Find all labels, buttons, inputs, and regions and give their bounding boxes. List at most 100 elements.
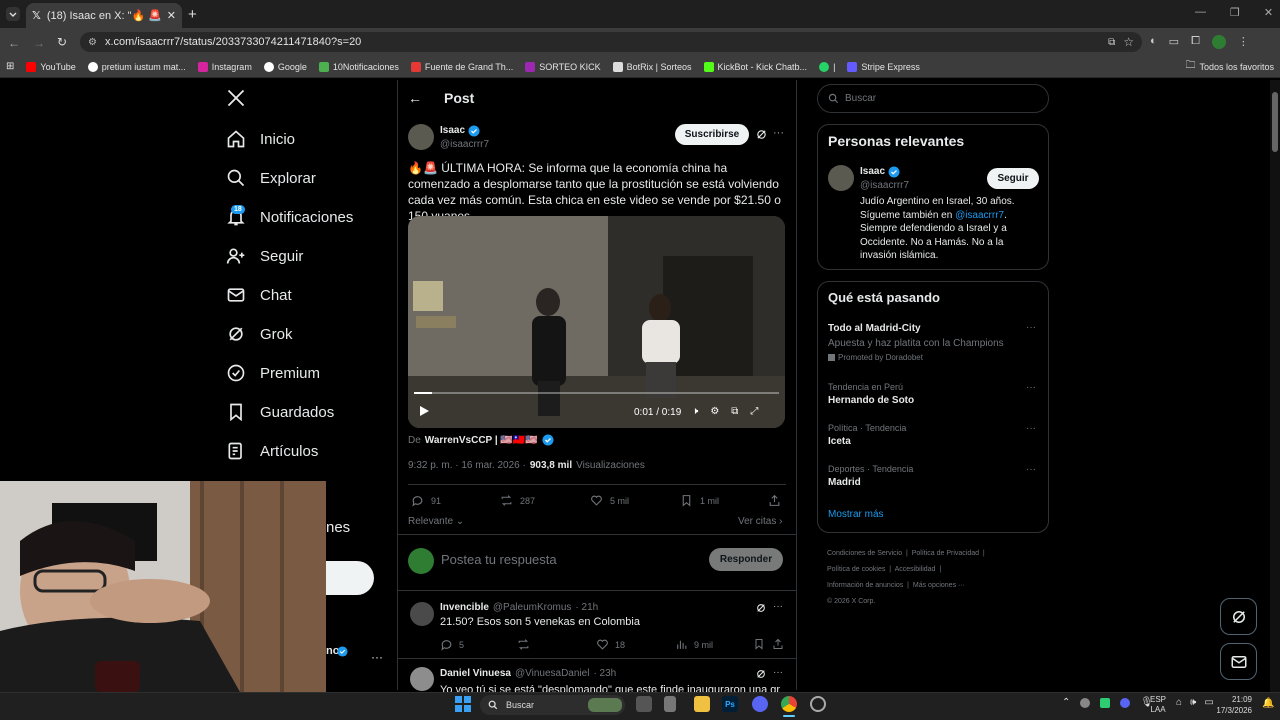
install-icon[interactable]: ⧉ bbox=[1108, 37, 1115, 48]
close-window-icon[interactable]: ✕ bbox=[1264, 6, 1273, 19]
trend-more-icon[interactable]: ··· bbox=[1026, 322, 1036, 333]
bookmark-google[interactable]: Google bbox=[263, 61, 307, 72]
nav-follow[interactable]: Seguir bbox=[226, 246, 303, 266]
browser-tab-active[interactable]: 𝕏 (18) Isaac en X: "🔥 🚨 ÚLTIMA ✕ bbox=[26, 3, 182, 28]
author-name[interactable]: Isaac bbox=[440, 125, 465, 136]
like-action[interactable]: 5 mil bbox=[590, 494, 629, 507]
author-avatar[interactable] bbox=[408, 124, 434, 150]
forward-icon[interactable]: → bbox=[33, 36, 45, 50]
reply-like-action[interactable]: 18 bbox=[596, 638, 625, 651]
show-more-link[interactable]: Mostrar más bbox=[828, 509, 884, 520]
view-quotes-link[interactable]: Ver citas › bbox=[738, 516, 782, 527]
menu-icon[interactable]: ⋮ bbox=[1238, 35, 1249, 49]
bookmark-10notificaciones[interactable]: 10Notificaciones bbox=[318, 61, 399, 72]
grok-analyze-icon[interactable] bbox=[756, 129, 767, 140]
tray-app-icon[interactable] bbox=[1080, 697, 1091, 708]
post-button-partial[interactable] bbox=[326, 561, 374, 595]
sort-relevance[interactable]: Relevante ⌄ bbox=[408, 516, 464, 527]
footer-link[interactable]: Más opciones ··· bbox=[913, 582, 965, 589]
repost-action[interactable]: 287 bbox=[500, 494, 535, 507]
trend-item[interactable]: Deportes · Tendencia Madrid bbox=[828, 464, 1040, 488]
grok-analyze-icon[interactable] bbox=[756, 603, 766, 613]
task-view-icon[interactable] bbox=[636, 696, 652, 712]
extension-icon[interactable]: ◐ bbox=[1150, 35, 1157, 49]
reply-views-action[interactable]: 9 mil bbox=[675, 638, 713, 651]
reply-author-name[interactable]: Daniel Vinuesa bbox=[440, 668, 511, 679]
clock[interactable]: 21:09 17/3/2026 bbox=[1212, 694, 1252, 716]
mute-icon[interactable]: 🕨 bbox=[692, 406, 698, 417]
notification-center-icon[interactable]: 🔔 bbox=[1262, 698, 1274, 709]
nav-more-label-partial[interactable]: nes bbox=[326, 519, 350, 536]
address-bar[interactable]: ⚙ x.com/isaacrrr7/status/203373307421147… bbox=[80, 32, 1142, 52]
app-icon[interactable] bbox=[810, 696, 826, 712]
footer-link[interactable]: Condiciones de Servicio bbox=[827, 550, 902, 557]
bookmark-gta[interactable]: Fuente de Grand Th... bbox=[410, 61, 513, 72]
trend-more-icon[interactable]: ··· bbox=[1026, 423, 1036, 434]
reply-author-handle[interactable]: @PaleumKromus bbox=[493, 602, 572, 613]
grok-fab[interactable] bbox=[1220, 598, 1257, 635]
close-tab-icon[interactable]: ✕ bbox=[167, 9, 176, 22]
windows-start-icon[interactable] bbox=[455, 696, 471, 712]
bookmark-pretium[interactable]: pretium iustum mat... bbox=[87, 61, 186, 72]
post-video[interactable]: 0:01 / 0:19 🕨 ⚙ ⧉ ⤢ bbox=[408, 216, 785, 428]
share-icon[interactable] bbox=[768, 494, 781, 507]
reply-more-icon[interactable]: ··· bbox=[773, 667, 783, 678]
bookmark-star-icon[interactable]: ☆ bbox=[1123, 35, 1134, 49]
chevron-up-icon[interactable]: ⌃ bbox=[1062, 697, 1070, 708]
nav-chat[interactable]: Chat bbox=[226, 285, 292, 305]
footer-link[interactable]: Política de Privacidad bbox=[912, 550, 979, 557]
chrome-icon[interactable] bbox=[781, 696, 797, 712]
grok-analyze-icon[interactable] bbox=[756, 669, 766, 679]
promoted-trend[interactable]: Todo al Madrid-City Apuesta y haz platit… bbox=[828, 323, 1040, 362]
video-progress-track[interactable] bbox=[414, 392, 779, 394]
trend-item[interactable]: Tendencia en Perú Hernando de Soto bbox=[828, 382, 1040, 406]
play-icon[interactable] bbox=[418, 405, 430, 417]
messages-fab[interactable] bbox=[1220, 643, 1257, 680]
person-bio-link[interactable]: @isaacrrr7 bbox=[955, 210, 1004, 221]
bookmark-whatsapp[interactable]: | bbox=[819, 61, 835, 72]
footer-link[interactable]: Política de cookies bbox=[827, 566, 885, 573]
minimize-icon[interactable]: — bbox=[1195, 6, 1206, 19]
reply-action[interactable]: 91 bbox=[411, 494, 441, 507]
reply-author-handle[interactable]: @VinuesaDaniel bbox=[515, 668, 589, 679]
bookmark-youtube[interactable]: YouTube bbox=[26, 61, 76, 72]
author-handle[interactable]: @isaacrrr7 bbox=[440, 139, 489, 150]
bookmark-stripe[interactable]: Stripe Express bbox=[847, 61, 920, 72]
reply-input[interactable]: Postea tu respuesta bbox=[441, 552, 681, 567]
puzzle-icon[interactable]: ⧠ bbox=[1191, 35, 1200, 49]
maximize-icon[interactable]: ❐ bbox=[1230, 6, 1240, 19]
app-icon[interactable] bbox=[664, 696, 676, 712]
settings-icon[interactable]: ⚙ bbox=[710, 406, 719, 417]
follow-button[interactable]: Seguir bbox=[987, 168, 1039, 189]
taskbar-search[interactable]: Buscar bbox=[480, 695, 625, 715]
reply-more-icon[interactable]: ··· bbox=[773, 601, 783, 612]
post-timestamp[interactable]: 9:32 p. m. · 16 mar. 2026 · bbox=[408, 460, 526, 471]
trend-more-icon[interactable]: ··· bbox=[1026, 382, 1036, 393]
video-source-name[interactable]: WarrenVsCCP | 🇺🇸🇹🇼🇺🇸 bbox=[425, 435, 538, 446]
bookmark-sorteo-kick[interactable]: SORTEO KICK bbox=[525, 61, 601, 72]
post-more-icon[interactable]: ··· bbox=[773, 127, 784, 139]
reply-repost-action[interactable] bbox=[517, 638, 530, 651]
reply-reply-action[interactable]: 5 bbox=[440, 638, 464, 651]
fullscreen-icon[interactable]: ⤢ bbox=[750, 406, 758, 417]
trend-more-icon[interactable]: ··· bbox=[1026, 464, 1036, 475]
bookmark-kickbot[interactable]: KickBot - Kick Chatb... bbox=[703, 61, 807, 72]
reply-author-name[interactable]: Invencible bbox=[440, 602, 489, 613]
language-indicator[interactable]: ESP LAA bbox=[1150, 695, 1166, 715]
nav-grok[interactable]: Grok bbox=[226, 324, 293, 344]
reply-time[interactable]: · 21h bbox=[575, 602, 598, 613]
reply-avatar[interactable] bbox=[410, 602, 434, 626]
x-logo-icon[interactable] bbox=[226, 88, 246, 108]
person-handle[interactable]: @isaacrrr7 bbox=[860, 180, 909, 191]
footer-link[interactable]: Accesibilidad bbox=[895, 566, 936, 573]
subscribe-button[interactable]: Suscribirse bbox=[675, 124, 749, 145]
share-icon[interactable] bbox=[772, 638, 784, 650]
person-name[interactable]: Isaac bbox=[860, 166, 885, 177]
picture-in-picture-icon[interactable]: ⧉ bbox=[731, 406, 738, 417]
tray-app-icon[interactable] bbox=[1100, 697, 1111, 708]
new-tab-button[interactable]: + bbox=[188, 6, 197, 23]
discord-icon[interactable] bbox=[752, 696, 768, 712]
nav-bookmarks[interactable]: Guardados bbox=[226, 402, 334, 422]
footer-link[interactable]: Información de anuncios bbox=[827, 582, 903, 589]
reply-button[interactable]: Responder bbox=[709, 548, 783, 571]
